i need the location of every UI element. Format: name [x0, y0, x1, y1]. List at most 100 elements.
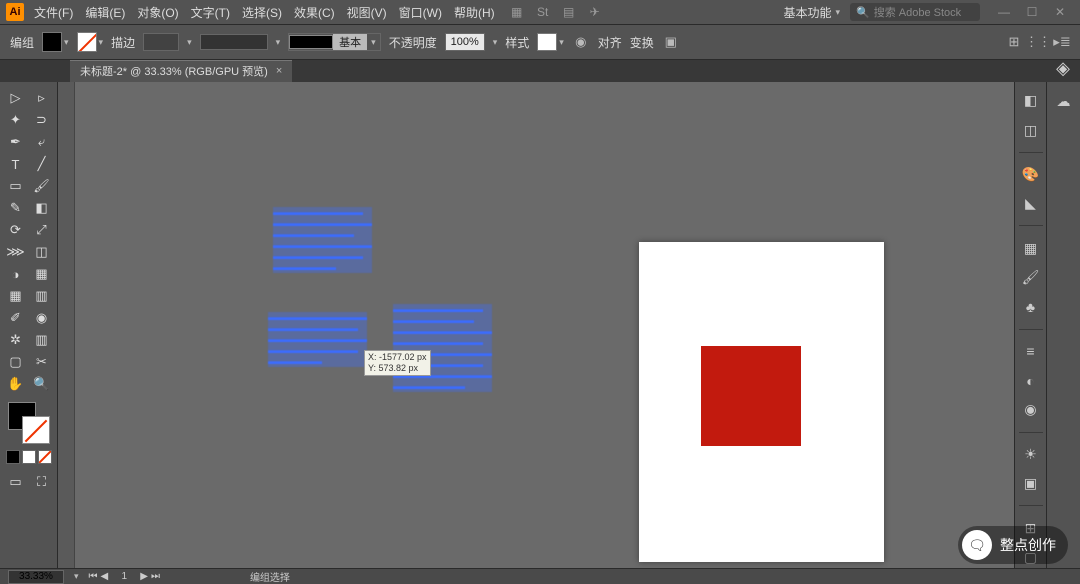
selected-text-block-3[interactable]: ▬▬▬▬▬▬▬▬▬▬▬▬▬▬▬▬▬▬▬▬▬▬▬▬▬▬▬▬▬▬▬▬▬▬▬▬▬▬▬▬…	[393, 304, 492, 392]
appearance-panel-icon[interactable]: ☀	[1020, 444, 1042, 465]
isolate-icon[interactable]: ▣	[662, 33, 680, 51]
artboard-tool[interactable]: ▢	[4, 352, 28, 372]
menu-effect[interactable]: 效果(C)	[294, 4, 335, 21]
selected-text-block-1[interactable]: ▬▬▬▬▬▬▬▬▬▬▬▬▬▬▬▬▬▬▬▬▬▬▬▬▬▬▬▬▬▬▬▬▬▬▬▬▬▬▬▬…	[273, 207, 372, 273]
search-input[interactable]: 🔍 搜索 Adobe Stock	[850, 3, 980, 21]
first-icon[interactable]: ⏮	[89, 571, 98, 582]
opacity-input[interactable]	[445, 33, 485, 51]
free-transform-tool[interactable]: ◫	[30, 242, 54, 262]
fill-stroke-indicator[interactable]	[8, 402, 50, 444]
minimize-icon[interactable]: —	[996, 4, 1012, 20]
blend-tool[interactable]: ◉	[30, 308, 54, 328]
paintbrush-tool[interactable]: 🖌	[30, 176, 54, 196]
brushes-panel-icon[interactable]: 🖌	[1020, 267, 1042, 288]
width-tool[interactable]: ⋙	[4, 242, 28, 262]
color-guide-panel-icon[interactable]: ◣	[1020, 193, 1042, 214]
transparency-panel-icon[interactable]: ◉	[1020, 399, 1042, 420]
swatches-panel-icon[interactable]: ▦	[1020, 237, 1042, 258]
arrange-icon[interactable]: ▤	[561, 4, 577, 20]
gradient-mode-icon[interactable]	[22, 450, 36, 464]
menu-type[interactable]: 文字(T)	[191, 4, 230, 21]
red-rectangle-shape[interactable]	[701, 346, 801, 446]
menu-edit[interactable]: 编辑(E)	[85, 4, 125, 21]
selected-text-block-2[interactable]: ▬▬▬▬▬▬▬▬▬▬▬▬▬▬▬▬▬▬▬▬▬▬▬▬▬▬▬▬▬▬▬▬▬▬▬▬▬▬▬▬…	[268, 312, 367, 367]
opacity-label[interactable]: 不透明度	[389, 34, 437, 51]
screen-mode-full[interactable]: ⛶	[30, 472, 54, 492]
layers-big-icon[interactable]: ◈	[1056, 58, 1070, 79]
scale-tool[interactable]: ⤢	[30, 220, 54, 240]
shape-builder-tool[interactable]: ◑	[4, 264, 28, 284]
mesh-tool[interactable]: ▦	[4, 286, 28, 306]
libraries-panel-icon[interactable]: ☁	[1053, 90, 1075, 112]
stroke-panel-icon[interactable]: ≡	[1020, 341, 1042, 362]
stroke-weight-stepper[interactable]: ▾	[187, 37, 192, 48]
menu-help[interactable]: 帮助(H)	[454, 4, 495, 21]
maximize-icon[interactable]: ☐	[1024, 4, 1040, 20]
fill-swatch[interactable]: ▾	[42, 32, 69, 52]
layers-panel-icon[interactable]: ◫	[1020, 119, 1042, 140]
snap-icon[interactable]: ⋮⋮	[1030, 34, 1046, 50]
stock-icon[interactable]: St	[535, 4, 551, 20]
color-mode-icon[interactable]	[6, 450, 20, 464]
canvas[interactable]: ▬▬▬▬▬▬▬▬▬▬▬▬▬▬▬▬▬▬▬▬▬▬▬▬▬▬▬▬▬▬▬▬▬▬▬▬▬▬▬▬…	[58, 82, 1014, 568]
last-icon[interactable]: ⏭	[151, 571, 160, 582]
eraser-tool[interactable]: ◧	[30, 198, 54, 218]
properties-panel-icon[interactable]: ◧	[1020, 90, 1042, 111]
artboard-navigator[interactable]: ⏮ ◀ 1 ▶ ⏭	[89, 571, 160, 582]
variable-width-profile[interactable]	[200, 34, 268, 50]
none-mode-icon[interactable]	[38, 450, 52, 464]
prev-icon[interactable]: ◀	[101, 571, 109, 582]
align-label[interactable]: 对齐	[598, 34, 622, 51]
screen-mode-normal[interactable]: ▭	[4, 472, 28, 492]
stroke-color[interactable]	[22, 416, 50, 444]
menu-file[interactable]: 文件(F)	[34, 4, 73, 21]
graphic-style[interactable]: ▾	[537, 33, 564, 51]
chevron-down-icon[interactable]: ▾	[74, 571, 79, 582]
rotate-tool[interactable]: ⟳	[4, 220, 28, 240]
pen-tool[interactable]: ✒	[4, 132, 28, 152]
eyedropper-tool[interactable]: ✐	[4, 308, 28, 328]
perspective-grid-tool[interactable]: ▦	[30, 264, 54, 284]
workspace-switcher[interactable]: 基本功能 ▾	[783, 4, 840, 21]
menu-object[interactable]: 对象(O)	[137, 4, 178, 21]
curvature-tool[interactable]: ⤶	[30, 132, 54, 152]
artboard[interactable]	[639, 242, 884, 562]
transform-label[interactable]: 变换	[630, 34, 654, 51]
brush-definition[interactable]: 基本 ▾	[288, 33, 381, 51]
document-tab[interactable]: 未标题-2* @ 33.33% (RGB/GPU 预览) ×	[70, 60, 292, 82]
style-label[interactable]: 样式	[505, 34, 529, 51]
stroke-swatch[interactable]: ▾	[77, 32, 104, 52]
stroke-weight-input[interactable]	[143, 33, 179, 51]
menu-view[interactable]: 视图(V)	[347, 4, 387, 21]
selection-tool[interactable]: ▷	[4, 88, 28, 108]
menu-select[interactable]: 选择(S)	[242, 4, 282, 21]
chevron-down-icon[interactable]: ▾	[493, 37, 498, 48]
shaper-tool[interactable]: ✎	[4, 198, 28, 218]
gradient-panel-icon[interactable]: ◐	[1020, 370, 1042, 391]
close-tab-icon[interactable]: ×	[276, 65, 282, 77]
recolor-icon[interactable]: ◉	[572, 33, 590, 51]
close-icon[interactable]: ✕	[1052, 4, 1068, 20]
align-to-pixel-grid-icon[interactable]: ⊞	[1006, 34, 1022, 50]
slice-tool[interactable]: ✂	[30, 352, 54, 372]
hand-tool[interactable]: ✋	[4, 374, 28, 394]
type-tool[interactable]: T	[4, 154, 28, 174]
menu-window[interactable]: 窗口(W)	[399, 4, 442, 21]
gpu-icon[interactable]: ✈	[587, 4, 603, 20]
line-segment-tool[interactable]: ╱	[30, 154, 54, 174]
zoom-tool[interactable]: 🔍	[30, 374, 54, 394]
column-graph-tool[interactable]: ▥	[30, 330, 54, 350]
chevron-down-icon[interactable]: ▾	[276, 37, 281, 48]
gradient-tool[interactable]: ▥	[30, 286, 54, 306]
direct-selection-tool[interactable]: ▹	[30, 88, 54, 108]
graphic-styles-panel-icon[interactable]: ▣	[1020, 473, 1042, 494]
next-icon[interactable]: ▶	[140, 571, 148, 582]
stroke-label[interactable]: 描边	[111, 34, 135, 51]
lasso-tool[interactable]: ⊃	[30, 110, 54, 130]
magic-wand-tool[interactable]: ✦	[4, 110, 28, 130]
symbol-sprayer-tool[interactable]: ✲	[4, 330, 28, 350]
color-panel-icon[interactable]: 🎨	[1020, 164, 1042, 185]
zoom-input[interactable]	[8, 570, 64, 584]
rectangle-tool[interactable]: ▭	[4, 176, 28, 196]
more-icon[interactable]: ▸≣	[1054, 34, 1070, 50]
